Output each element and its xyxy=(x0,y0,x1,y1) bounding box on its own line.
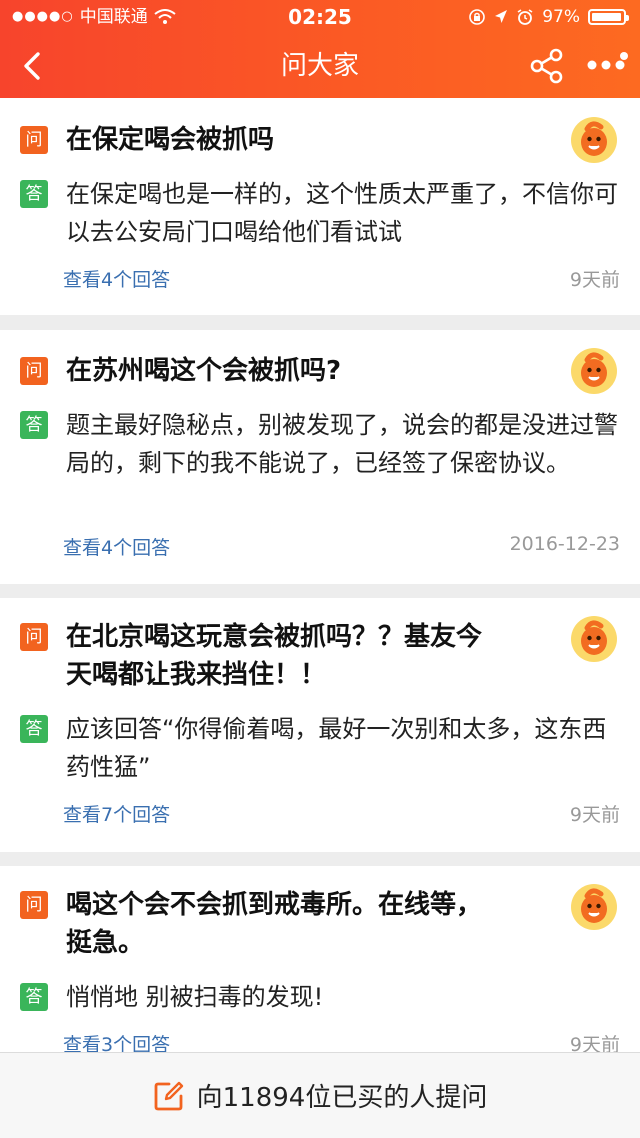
question-badge: 问 xyxy=(20,891,48,919)
status-bar: ●●●●○ 中国联通 02:25 97% xyxy=(0,0,640,34)
mascot-avatar-icon xyxy=(571,348,617,394)
alarm-icon xyxy=(517,9,533,25)
ask-bar: 向11894位已买的人提问 xyxy=(0,1052,640,1138)
answer-text: 悄悄地 别被扫毒的发现! xyxy=(66,983,324,1011)
question-text: 在苏州喝这个会被抓吗? xyxy=(66,356,342,386)
header: ●●●●○ 中国联通 02:25 97% 问大家 xyxy=(0,0,640,98)
lock-rotation-icon xyxy=(469,9,486,25)
view-answers-link[interactable]: 查看4个回答 xyxy=(63,265,170,292)
question-card[interactable]: 问 在苏州喝这个会被抓吗? 答 题主最好隐秘点，别被发现了，说会的都是没进过警局… xyxy=(0,330,640,584)
share-icon[interactable] xyxy=(530,48,564,84)
answer-text: 题主最好隐秘点，别被发现了，说会的都是没进过警局的，剩下的我不能说了，已经签了保… xyxy=(66,411,618,477)
question-text: 在北京喝这玩意会被抓吗？？基友今天喝都让我来挡住！！ xyxy=(66,622,483,690)
nav-bar: 问大家 xyxy=(0,34,640,98)
question-card[interactable]: 问 喝这个会不会抓到戒毒所。在线等，挺急。 答 悄悄地 别被扫毒的发现! 查看3… xyxy=(0,866,640,1056)
ask-label: 向11894位已买的人提问 xyxy=(196,1083,488,1113)
answer-text: 应该回答“你得偷着喝，最好一次别和太多，这东西药性猛” xyxy=(66,715,607,781)
question-badge: 问 xyxy=(20,126,48,154)
edit-icon xyxy=(154,1081,183,1110)
location-icon xyxy=(495,10,508,23)
question-time: 9天前 xyxy=(569,804,620,826)
battery-percent: 97% xyxy=(542,7,580,27)
question-badge: 问 xyxy=(20,357,48,385)
question-text: 在保定喝会被抓吗 xyxy=(66,125,275,155)
mascot-avatar-icon xyxy=(571,616,617,662)
answer-badge: 答 xyxy=(20,715,48,743)
battery-icon xyxy=(588,9,629,25)
answer-text: 在保定喝也是一样的，这个性质太严重了，不信你可以去公安局门口喝给他们看试试 xyxy=(66,180,618,246)
answer-badge: 答 xyxy=(20,411,48,439)
battery-level xyxy=(592,13,622,21)
view-answers-link[interactable]: 查看7个回答 xyxy=(63,800,170,827)
question-time: 2016-12-23 xyxy=(509,533,620,555)
question-card[interactable]: 问 在北京喝这玩意会被抓吗？？基友今天喝都让我来挡住！！ 答 应该回答“你得偷着… xyxy=(0,598,640,852)
mascot-avatar-icon xyxy=(571,117,617,163)
question-card[interactable]: 问 在保定喝会被抓吗 答 在保定喝也是一样的，这个性质太严重了，不信你可以去公安… xyxy=(0,98,640,315)
ask-question-button[interactable]: 向11894位已买的人提问 xyxy=(0,1053,640,1138)
answer-badge: 答 xyxy=(20,983,48,1011)
more-icon[interactable] xyxy=(584,48,630,82)
view-answers-link[interactable]: 查看4个回答 xyxy=(63,533,170,560)
answer-badge: 答 xyxy=(20,180,48,208)
question-time: 9天前 xyxy=(569,269,620,291)
question-badge: 问 xyxy=(20,623,48,651)
mascot-avatar-icon xyxy=(571,884,617,930)
question-text: 喝这个会不会抓到戒毒所。在线等，挺急。 xyxy=(66,890,483,958)
